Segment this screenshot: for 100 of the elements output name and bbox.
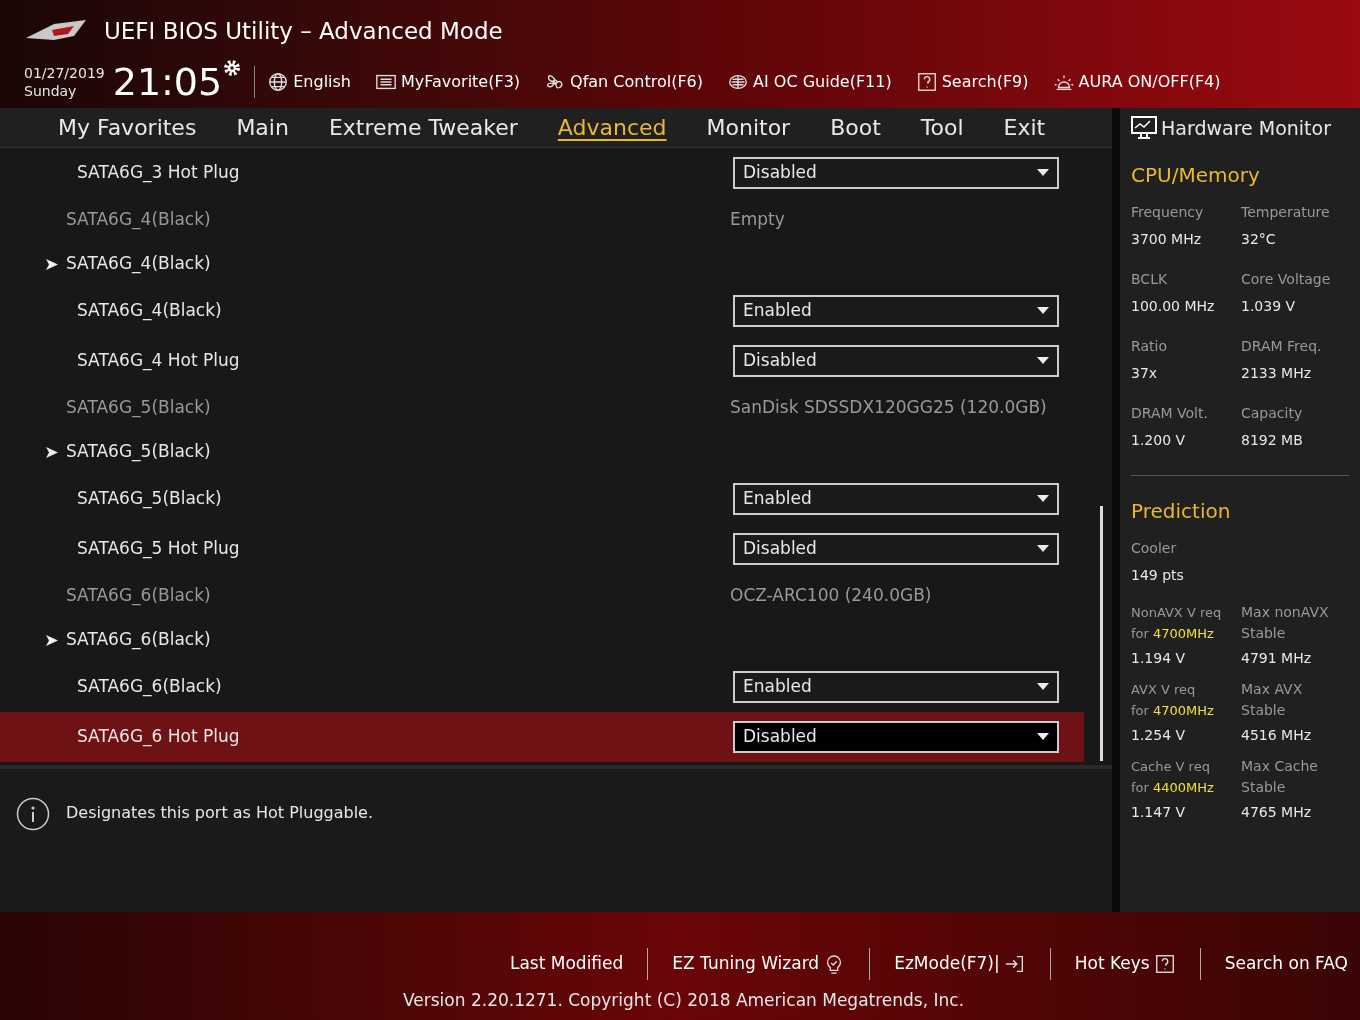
dropdown[interactable]: Disabled xyxy=(733,533,1059,565)
info-icon xyxy=(16,797,50,831)
stat-value: 100.00 MHz xyxy=(1131,297,1216,316)
menu-tab[interactable]: Advanced xyxy=(557,111,667,144)
setting-value: Empty xyxy=(730,208,785,232)
stat-label: Max nonAVX xyxy=(1241,603,1330,622)
stat-value: 8192 MB xyxy=(1241,431,1304,450)
window-title: UEFI BIOS Utility – Advanced Mode xyxy=(104,16,503,46)
stat-value: 4516 MHz xyxy=(1241,726,1313,745)
stat-label: Stable xyxy=(1241,624,1287,643)
panel-title: Hardware Monitor xyxy=(1161,115,1331,141)
group-label[interactable]: SATA6G_6(Black) xyxy=(66,627,211,653)
menu-tab[interactable]: Main xyxy=(236,111,289,144)
dropdown[interactable]: Disabled xyxy=(733,721,1059,753)
setting-value: SanDisk SDSSDX120GG25 (120.0GB) xyxy=(730,396,1047,420)
stat-label: for 4400MHz xyxy=(1131,779,1215,797)
footer-link[interactable]: EZ Tuning Wizard xyxy=(672,951,846,977)
expand-arrow-icon[interactable] xyxy=(46,258,58,270)
stat-value: 149 pts xyxy=(1131,566,1185,585)
globe-icon xyxy=(267,71,290,93)
toolbar-button[interactable]: AI OC Guide(F11) xyxy=(727,70,892,94)
caret-icon xyxy=(1037,495,1049,503)
footer-link[interactable]: Hot Keys xyxy=(1074,951,1176,977)
help-icon xyxy=(915,71,938,93)
caret-icon xyxy=(1037,683,1049,691)
date-text: 01/27/2019 xyxy=(24,64,105,82)
stat-label: DRAM Freq. xyxy=(1241,337,1323,356)
setting-value: OCZ-ARC100 (240.0GB) xyxy=(730,584,932,608)
menu-tab[interactable]: Monitor xyxy=(706,111,791,144)
toolbar-button[interactable]: English xyxy=(267,70,351,94)
stat-value: 32°C xyxy=(1241,230,1277,249)
toolbar-button[interactable]: Search(F9) xyxy=(915,70,1029,94)
setting-label: SATA6G_5(Black) xyxy=(65,396,212,420)
menu-tab[interactable]: Extreme Tweaker xyxy=(328,111,518,144)
expand-arrow-icon[interactable] xyxy=(46,446,58,458)
setting-label: SATA6G_6(Black) xyxy=(76,675,223,699)
stat-label: Max AVX xyxy=(1241,680,1304,699)
stat-label: Temperature xyxy=(1241,203,1331,222)
dropdown[interactable]: Enabled xyxy=(733,671,1059,703)
toolbar-button[interactable]: MyFavorite(F3) xyxy=(375,70,521,94)
stat-label: Cache V req xyxy=(1131,758,1211,776)
caret-icon xyxy=(1037,357,1049,365)
stat-label: Max Cache xyxy=(1241,757,1319,776)
stat-value: 37x xyxy=(1131,364,1159,383)
dropdown[interactable]: Enabled xyxy=(733,483,1059,515)
stat-label: Frequency xyxy=(1131,203,1205,222)
menu-tab[interactable]: Boot xyxy=(830,111,881,144)
stat-label: Stable xyxy=(1241,701,1287,720)
stat-label: Core Voltage xyxy=(1241,270,1332,289)
scrollbar[interactable] xyxy=(1100,506,1103,761)
setting-label: SATA6G_4(Black) xyxy=(65,208,212,232)
stat-label: BCLK xyxy=(1131,270,1169,289)
section-title: CPU/Memory xyxy=(1131,162,1261,189)
stat-label: Stable xyxy=(1241,778,1287,797)
stat-value: 4765 MHz xyxy=(1241,803,1313,822)
expand-arrow-icon[interactable] xyxy=(46,634,58,646)
section-title: Prediction xyxy=(1131,498,1232,525)
dropdown[interactable]: Enabled xyxy=(733,295,1059,327)
stat-label: AVX V req xyxy=(1131,681,1197,699)
day-text: Sunday xyxy=(24,82,78,100)
stat-label: DRAM Volt. xyxy=(1131,404,1209,423)
dropdown[interactable]: Disabled xyxy=(733,157,1059,189)
footer-link[interactable]: EzMode(F7)| xyxy=(894,951,1026,977)
monitor-icon xyxy=(1131,116,1157,140)
selected-row[interactable]: SATA6G_6 Hot Plug Disabled xyxy=(0,712,1084,762)
caret-icon xyxy=(1037,545,1049,553)
setting-label: SATA6G_5 Hot Plug xyxy=(76,537,241,561)
toolbar-button[interactable]: AURA ON/OFF(F4) xyxy=(1052,70,1221,94)
stat-label: Ratio xyxy=(1131,337,1168,356)
group-label[interactable]: SATA6G_5(Black) xyxy=(66,439,211,465)
stat-value: 2133 MHz xyxy=(1241,364,1313,383)
footer-link[interactable]: Search on FAQ xyxy=(1224,951,1348,977)
stat-label: for 4700MHz xyxy=(1131,702,1215,720)
stat-value: 4791 MHz xyxy=(1241,649,1313,668)
version-text: Version 2.20.1271. Copyright (C) 2018 American Megatrends, Inc. xyxy=(403,989,965,1012)
help-icon xyxy=(1153,953,1176,975)
footer-link[interactable]: Last Modified xyxy=(509,951,624,977)
stat-value: 1.254 V xyxy=(1131,726,1187,745)
setting-label: SATA6G_4(Black) xyxy=(76,299,223,323)
menu-tab[interactable]: Exit xyxy=(1003,111,1046,144)
stat-value: 1.147 V xyxy=(1131,803,1187,822)
stat-label: Capacity xyxy=(1241,404,1304,423)
menu-tab[interactable]: Tool xyxy=(920,111,964,144)
setting-label: SATA6G_6(Black) xyxy=(65,584,212,608)
caret-icon xyxy=(1037,307,1049,315)
caret-icon xyxy=(1037,169,1049,177)
clock-time: 21:05 xyxy=(112,62,223,102)
gear-icon[interactable] xyxy=(222,58,243,78)
caret-icon xyxy=(1037,733,1049,741)
toolbar-button[interactable]: Qfan Control(F6) xyxy=(544,70,704,94)
exit-icon xyxy=(1003,953,1026,975)
stat-label: NonAVX V req xyxy=(1131,604,1223,622)
dropdown[interactable]: Disabled xyxy=(733,345,1059,377)
group-label[interactable]: SATA6G_4(Black) xyxy=(66,251,211,277)
help-text: Designates this port as Hot Pluggable. xyxy=(66,802,374,824)
stat-label: Cooler xyxy=(1131,539,1178,558)
setting-label: SATA6G_3 Hot Plug xyxy=(76,161,241,185)
menu-tab[interactable]: My Favorites xyxy=(58,111,197,144)
setting-label: SATA6G_6 Hot Plug xyxy=(76,725,241,749)
setting-label: SATA6G_4 Hot Plug xyxy=(76,349,241,373)
